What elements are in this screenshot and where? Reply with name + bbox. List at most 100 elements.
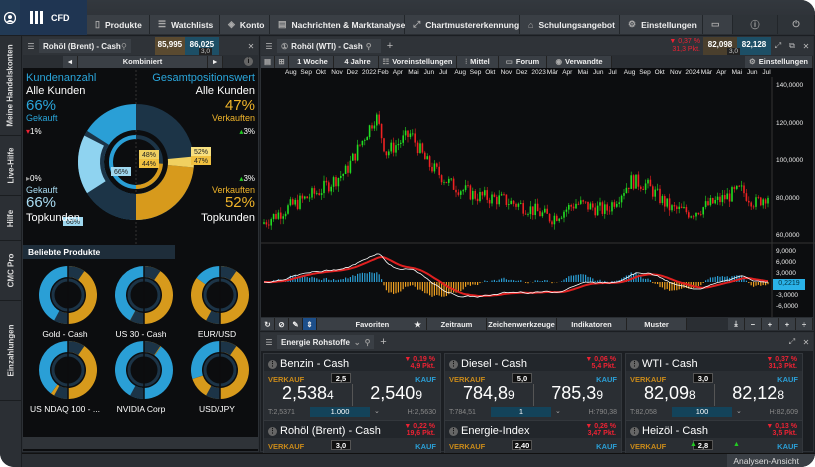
- zoom-out-icon[interactable]: −: [745, 318, 762, 330]
- chart-instrument-search[interactable]: ① Rohöl (WTI) - Cash ⚲: [277, 39, 381, 53]
- side-tab[interactable]: Live-Hilfe: [0, 136, 21, 196]
- menu-icon[interactable]: ☰: [261, 338, 277, 347]
- info-icon[interactable]: ⋮: [268, 359, 277, 369]
- quantity-input[interactable]: 100: [672, 407, 732, 417]
- close-icon[interactable]: ✕: [244, 42, 258, 51]
- buy-price-button[interactable]: 785,39: [551, 383, 603, 404]
- sell-price-button[interactable]: 85,995: [154, 37, 185, 55]
- zoom-icon[interactable]: ⚲: [365, 338, 371, 347]
- split-icon[interactable]: ÷: [796, 318, 813, 330]
- chevron-down-icon[interactable]: ⌄: [374, 407, 380, 415]
- close-icon[interactable]: ✕: [799, 42, 813, 51]
- instrument-search[interactable]: Rohöl (Brent) - Cash: [39, 39, 131, 53]
- macd-histogram-bar: [436, 282, 438, 295]
- layout-icon[interactable]: ⊞: [275, 55, 289, 68]
- popular-product[interactable]: Gold - Cash: [29, 265, 101, 339]
- clear-icon[interactable]: ⊘: [275, 318, 289, 330]
- refresh-icon[interactable]: ↻: [261, 318, 275, 330]
- popular-product[interactable]: US NDAQ 100 - ...: [29, 340, 101, 414]
- prev-arrow-icon[interactable]: ◂: [63, 55, 78, 68]
- nav-item[interactable]: ▯ Produkte: [87, 15, 150, 34]
- menu-icon[interactable]: ☰: [261, 42, 277, 51]
- menu-icon[interactable]: ☰: [23, 42, 39, 51]
- info-icon[interactable]: ⋮: [449, 426, 458, 436]
- chart-settings-button[interactable]: ⚙ Einstellungen: [745, 55, 813, 68]
- mode-label[interactable]: Kombiniert: [78, 55, 208, 68]
- chevron-down-icon[interactable]: ⌄: [555, 407, 561, 415]
- add-icon[interactable]: +: [374, 336, 392, 348]
- layout-icon[interactable]: ▤: [261, 55, 275, 68]
- popout-icon[interactable]: ⧉: [785, 41, 799, 51]
- crosshair-add-icon[interactable]: +: [779, 318, 796, 330]
- macd-histogram-bar: [546, 280, 548, 282]
- nav-item[interactable]: ◈ Konto: [220, 15, 270, 34]
- sell-price-button[interactable]: 2,5384: [282, 383, 334, 404]
- chart-toolbar-button[interactable]: ☷ Voreinstellungen: [379, 55, 457, 68]
- chart-bottom-button[interactable]: Indikatoren: [557, 318, 627, 330]
- popular-product[interactable]: EUR/USD: [181, 265, 253, 339]
- info-icon[interactable]: i: [244, 57, 253, 66]
- side-tab[interactable]: CMC Pro: [0, 241, 21, 301]
- macd-histogram-bar: [527, 282, 529, 284]
- chart-toolbar-button[interactable]: 1 Woche: [289, 55, 334, 68]
- quantity-input[interactable]: 1.000: [310, 407, 370, 417]
- nav-item[interactable]: ▤ Nachrichten & Marktanalysen: [270, 15, 411, 34]
- info-icon[interactable]: ⋮: [630, 359, 639, 369]
- nav-item[interactable]: ⌂ Schulungsangebot: [520, 15, 620, 34]
- buy-price-button[interactable]: 2,5409: [370, 383, 422, 404]
- sell-price-button[interactable]: 82,098: [644, 383, 696, 404]
- time-axis-label: Nov: [331, 69, 343, 76]
- chart-bottom-button[interactable]: Zeitraum: [427, 318, 487, 330]
- popular-product[interactable]: NVIDIA Corp: [105, 340, 177, 414]
- search-icon[interactable]: ⚲: [121, 42, 127, 51]
- close-icon[interactable]: ✕: [799, 338, 813, 347]
- expand-icon[interactable]: ⤢: [785, 337, 799, 347]
- nav-item[interactable]: ⚙ Einstellungen: [620, 15, 703, 34]
- chart-toolbar-button[interactable]: ◉ Verwandte: [547, 55, 612, 68]
- popular-product[interactable]: US 30 - Cash: [105, 265, 177, 339]
- info-button[interactable]: ⓘ: [733, 15, 778, 34]
- candle: [654, 186, 656, 202]
- sell-price-button[interactable]: 784,89: [463, 383, 515, 404]
- chevron-down-icon[interactable]: ⌄: [736, 407, 742, 415]
- macd-histogram-bar: [325, 277, 327, 282]
- side-tab[interactable]: Meine Handelskonten: [0, 36, 21, 136]
- time-axis-label: Nov: [670, 69, 682, 76]
- fit-icon[interactable]: ⤓: [728, 318, 745, 330]
- quantity-input[interactable]: 1: [491, 407, 551, 417]
- chart-toolbar-button[interactable]: 4 Jahre: [334, 55, 379, 68]
- chart-bottom-button[interactable]: Favoriten ★: [317, 318, 427, 330]
- nav-item[interactable]: ☰ Watchlists: [150, 15, 220, 34]
- chart-toolbar-button[interactable]: ▭ Forum: [499, 55, 547, 68]
- analysis-view-button[interactable]: Analysen-Ansicht: [727, 454, 815, 467]
- crosshair-icon[interactable]: ⇕: [303, 318, 317, 330]
- search-icon[interactable]: ⚲: [366, 42, 372, 51]
- candle: [380, 123, 383, 144]
- chart-toolbar-button[interactable]: ⫶ Mittel: [457, 55, 499, 68]
- watchlist-selector[interactable]: Energie Rohstoffe ⌄ ⚲: [277, 335, 375, 349]
- time-axis-label: Jul: [762, 69, 771, 76]
- chart-bottom-button[interactable]: Zeichenwerkzeuge: [487, 318, 557, 330]
- side-tab[interactable]: Hilfe: [0, 196, 21, 241]
- next-arrow-icon[interactable]: ▸: [208, 55, 223, 68]
- info-icon[interactable]: ⋮: [268, 426, 277, 436]
- side-tab[interactable]: Einzahlungen: [0, 301, 21, 401]
- info-icon[interactable]: ⋮: [449, 359, 458, 369]
- buy-price-button[interactable]: 82,128: [732, 383, 784, 404]
- expand-icon[interactable]: ⤢: [771, 41, 785, 51]
- logout-button[interactable]: ⏻: [778, 15, 815, 34]
- popular-product[interactable]: USD/JPY: [181, 340, 253, 414]
- info-icon[interactable]: ⋮: [630, 426, 639, 436]
- pencil-icon[interactable]: ✎: [289, 318, 303, 330]
- candle: [448, 176, 450, 187]
- user-icon[interactable]: [0, 0, 20, 35]
- all-clients-sell-pct: 47%: [224, 97, 255, 114]
- nav-item[interactable]: ⤢ Chartmustererkennung: [405, 15, 520, 34]
- chart-bottom-button[interactable]: Muster: [627, 318, 687, 330]
- window-button[interactable]: ▭: [703, 15, 733, 34]
- candle: [563, 210, 565, 223]
- add-tab-icon[interactable]: +: [381, 40, 399, 52]
- zoom-in-icon[interactable]: +: [762, 318, 779, 330]
- chart-buy-button[interactable]: 82,128: [737, 37, 771, 55]
- top-clients-label: Topkunden: [26, 212, 80, 224]
